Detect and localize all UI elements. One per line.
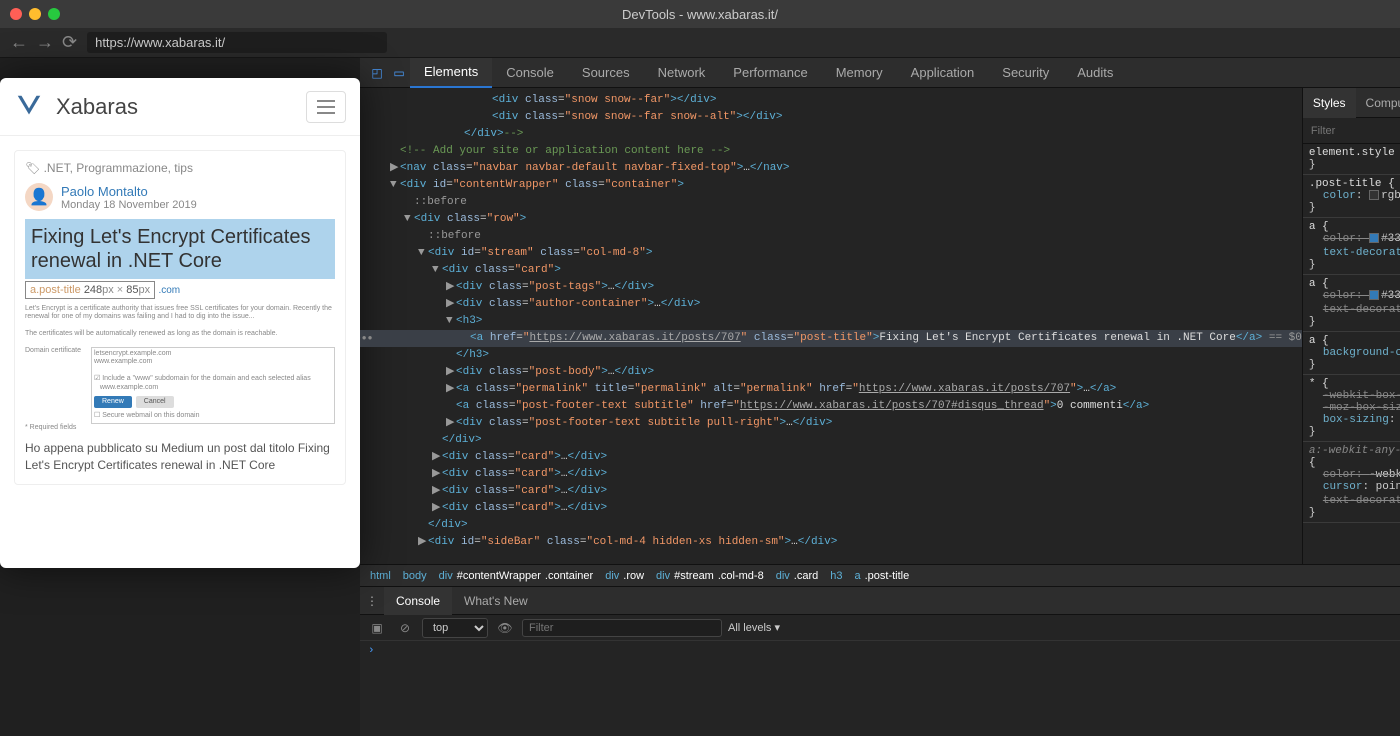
drawer-tab-console[interactable]: Console bbox=[384, 587, 452, 615]
console-body[interactable]: › bbox=[360, 641, 1400, 736]
tab-console[interactable]: Console bbox=[492, 58, 568, 88]
element-tooltip: a.post-title 248px × 85px bbox=[25, 281, 155, 299]
author-link[interactable]: Paolo Montalto bbox=[61, 184, 148, 199]
post-title[interactable]: Fixing Let's Encrypt Certificates renewa… bbox=[31, 225, 329, 273]
device-toggle-icon[interactable]: ▭ bbox=[388, 62, 410, 84]
clear-console-icon[interactable]: ⊘ bbox=[394, 617, 416, 639]
forward-button[interactable]: → bbox=[36, 32, 54, 53]
author-avatar: 👤 bbox=[25, 183, 53, 211]
window-title: DevTools - www.xabaras.it/ bbox=[0, 7, 1400, 22]
tab-network[interactable]: Network bbox=[644, 58, 720, 88]
post-body-preview: Let's Encrypt is a certificate authority… bbox=[25, 305, 335, 432]
devtools-tab-bar: ◰ ▭ Elements Console Sources Network Per… bbox=[360, 58, 1400, 88]
address-bar: ← → ⟳ https://www.xabaras.it/ bbox=[0, 28, 1400, 58]
tab-application[interactable]: Application bbox=[897, 58, 989, 88]
styles-filter-input[interactable] bbox=[1303, 125, 1400, 137]
post-title-highlight: Fixing Let's Encrypt Certificates renewa… bbox=[25, 219, 335, 279]
console-sidebar-icon[interactable]: ▣ bbox=[366, 617, 388, 639]
device-preview-pane: Xabaras 🏷 .NET, Programmazione, tips 👤 P… bbox=[0, 58, 360, 736]
tab-performance[interactable]: Performance bbox=[719, 58, 821, 88]
device-frame: Xabaras 🏷 .NET, Programmazione, tips 👤 P… bbox=[0, 78, 360, 568]
dom-breadcrumb[interactable]: htmlbodydiv#contentWrapper.containerdiv.… bbox=[360, 564, 1400, 586]
back-button[interactable]: ← bbox=[10, 32, 28, 53]
selected-element[interactable]: ●●● <a href="https://www.xabaras.it/post… bbox=[360, 330, 1302, 347]
tab-audits[interactable]: Audits bbox=[1063, 58, 1127, 88]
renew-button[interactable]: Renew bbox=[94, 396, 132, 408]
tab-elements[interactable]: Elements bbox=[410, 58, 492, 88]
tab-styles[interactable]: Styles bbox=[1303, 88, 1356, 118]
style-rules[interactable]: element.style {}.post-title {main.css:28… bbox=[1303, 144, 1400, 564]
hamburger-menu[interactable] bbox=[306, 91, 346, 123]
styles-pane: Styles Computed Event Listeners » :hov .… bbox=[1302, 88, 1400, 564]
post-excerpt: Ho appena pubblicato su Medium un post d… bbox=[25, 440, 335, 474]
post-date: Monday 18 November 2019 bbox=[61, 199, 197, 211]
titlebar: DevTools - www.xabaras.it/ bbox=[0, 0, 1400, 28]
brand: Xabaras bbox=[56, 94, 294, 120]
log-levels[interactable]: All levels ▾ bbox=[728, 621, 780, 634]
console-filter-input[interactable] bbox=[522, 619, 722, 637]
tab-computed[interactable]: Computed bbox=[1356, 88, 1400, 118]
context-select[interactable]: top bbox=[422, 618, 488, 638]
tab-memory[interactable]: Memory bbox=[822, 58, 897, 88]
console-prompt: › bbox=[368, 645, 375, 657]
url-input[interactable]: https://www.xabaras.it/ bbox=[87, 32, 387, 53]
site-logo bbox=[14, 92, 44, 122]
tab-security[interactable]: Security bbox=[988, 58, 1063, 88]
reload-button[interactable]: ⟳ bbox=[62, 32, 77, 53]
post-tags: 🏷 .NET, Programmazione, tips bbox=[25, 161, 335, 175]
drawer-tab-whatsnew[interactable]: What's New bbox=[452, 587, 540, 615]
tab-sources[interactable]: Sources bbox=[568, 58, 644, 88]
inspect-icon[interactable]: ◰ bbox=[366, 62, 388, 84]
cancel-button[interactable]: Cancel bbox=[136, 396, 174, 408]
drawer-menu[interactable]: ⋮ bbox=[360, 587, 384, 615]
elements-tree[interactable]: <div class="snow snow--far"></div> <div … bbox=[360, 88, 1302, 564]
live-expression-icon[interactable]: 👁 bbox=[494, 617, 516, 639]
